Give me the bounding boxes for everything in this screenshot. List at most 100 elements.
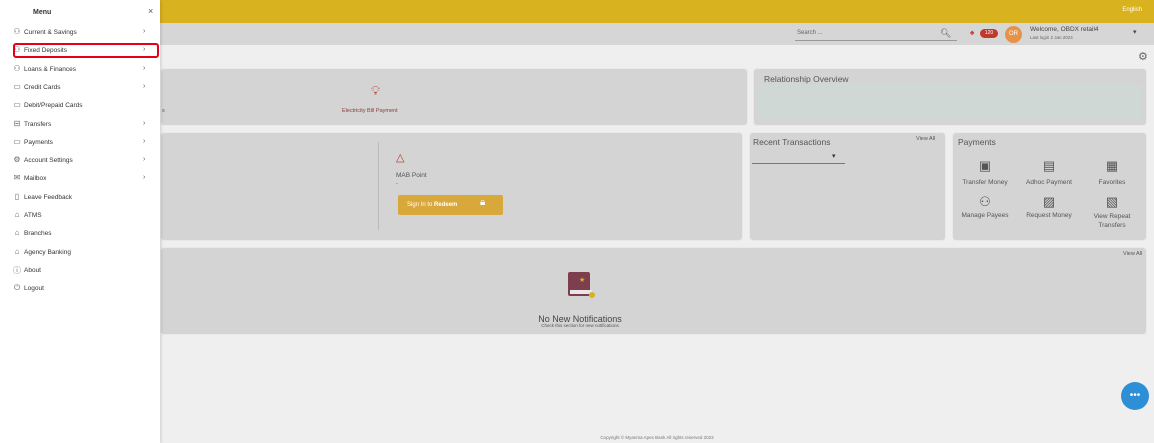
sidebar-item-label: Transfers — [24, 120, 52, 128]
payments-title: Payments — [958, 137, 996, 147]
recent-view-all-link[interactable]: View All — [916, 136, 935, 142]
sidebar-item-label: Credit Cards — [24, 83, 61, 91]
sidebar-item-label: Logout — [24, 285, 44, 293]
redeem-bold: Redeem — [434, 202, 458, 208]
svg-text:★: ★ — [579, 276, 585, 284]
transfer-icon: ⊟ — [13, 118, 21, 128]
no-notifications-subtitle: Check this section for new notifications — [541, 323, 619, 328]
chevron-right-icon[interactable]: › — [143, 138, 145, 145]
sidebar-item[interactable]: ⌂ Branches — [0, 227, 160, 245]
power-icon: ⏻ — [13, 283, 21, 293]
chevron-right-icon[interactable]: › — [143, 65, 145, 72]
people-icon: ⚇ — [13, 63, 21, 73]
redeem-button[interactable]: Sign In to Redeem — [398, 195, 503, 215]
avatar[interactable]: OR — [1005, 26, 1022, 43]
sidebar-item[interactable]: ✉ Mailbox › — [0, 172, 160, 190]
sidebar-item[interactable]: ⏻ Logout — [0, 282, 160, 300]
mab-label: MAB Point — [396, 172, 427, 179]
mab-icon: △ — [396, 152, 405, 164]
sidebar-item[interactable]: ⌂ Agency Banking — [0, 246, 160, 264]
gear-icon[interactable]: ⚙ — [1138, 50, 1148, 63]
chevron-down-icon[interactable]: ▾ — [1133, 28, 1137, 36]
chevron-right-icon[interactable]: › — [143, 120, 145, 127]
info-icon: ⓘ — [13, 265, 21, 275]
sidebar-item[interactable]: ▭ Payments › — [0, 136, 160, 154]
envelope-icon: ★ — [566, 270, 596, 300]
sidebar-item-label: Debit/Prepaid Cards — [24, 102, 83, 110]
bank-icon: ⌂ — [14, 246, 20, 256]
card-icon: ▭ — [13, 81, 21, 91]
search-icon[interactable]: 🔍︎ — [940, 28, 951, 38]
payment-item-label[interactable]: Request Money — [1017, 212, 1081, 219]
top-bar — [0, 0, 1154, 23]
bell-icon[interactable]: ♠ — [970, 28, 974, 37]
relationship-chart-area — [758, 84, 1142, 120]
payment-item-label[interactable]: Manage Payees — [953, 212, 1017, 219]
recent-transactions-title: Recent Transactions — [753, 137, 831, 147]
last-login-text: Last login 2 Jan 2024 — [1030, 35, 1073, 40]
electricity-bill-icon[interactable]: 💡︎ — [371, 83, 380, 99]
sidebar-item-label: Leave Feedback — [24, 193, 73, 201]
chat-icon[interactable]: ••• — [1121, 382, 1149, 410]
payment-item-label[interactable]: View Repeat Transfers — [1086, 212, 1138, 230]
footer-copyright: Copyright © Myanma Apex Bank All rights … — [600, 435, 714, 440]
sidebar-item-label: Account Settings — [24, 157, 73, 165]
redeem-prefix: Sign In to — [407, 202, 433, 208]
gear-icon: ⚙ — [13, 155, 21, 165]
payment-item-label[interactable]: Favorites — [1080, 179, 1144, 186]
quick-link-partial-label[interactable]: s — [162, 108, 165, 114]
sidebar-item-label: Loans & Finances — [24, 65, 77, 73]
sidebar-item[interactable]: ▭ Debit/Prepaid Cards — [0, 99, 160, 117]
transfer-icon[interactable]: ▣ — [975, 158, 995, 174]
sidebar-item-label: Mailbox — [24, 175, 47, 183]
quick-links-card — [160, 68, 748, 126]
payees-icon[interactable]: ⚇ — [975, 194, 995, 210]
notification-badge[interactable]: 120 — [980, 29, 998, 38]
chevron-right-icon[interactable]: › — [143, 28, 145, 35]
sidebar-item[interactable]: ⊟ Transfers › — [0, 118, 160, 136]
favorites-icon[interactable]: ▦ — [1102, 158, 1122, 174]
chat-icon: ▯ — [14, 191, 20, 201]
electricity-bill-link[interactable]: Electricity Bill Payment — [342, 108, 398, 114]
bank-icon: ⌂ — [14, 210, 20, 219]
payment-item-label[interactable]: Transfer Money — [953, 179, 1017, 186]
recent-transactions-card — [749, 132, 946, 241]
menu-title: Menu — [33, 9, 52, 16]
lock-icon: 🔒︎ — [480, 197, 486, 208]
chevron-right-icon[interactable]: › — [143, 156, 145, 163]
sidebar-item-label: Agency Banking — [24, 248, 71, 256]
card-icon: ▭ — [13, 100, 21, 110]
sidebar-item-label: Current & Savings — [24, 29, 77, 36]
card-icon: ▭ — [13, 136, 21, 146]
request-icon[interactable]: ▨ — [1039, 194, 1059, 210]
chevron-right-icon[interactable]: › — [143, 83, 145, 90]
language-selector[interactable]: English — [1122, 7, 1142, 13]
chevron-right-icon[interactable]: › — [143, 174, 145, 181]
sidebar-item[interactable]: ⓘ About — [0, 264, 160, 282]
sidebar-item[interactable]: ⌂ ATMS — [0, 209, 160, 227]
sidebar-item[interactable]: ⚇ Loans & Finances › — [0, 63, 160, 81]
sidebar-item[interactable]: ▭ Credit Cards › — [0, 81, 160, 99]
chevron-down-icon[interactable]: ▾ — [832, 152, 836, 160]
sidebar-item-label: Payments — [24, 138, 53, 146]
payment-item-label[interactable]: Adhoc Payment — [1017, 179, 1081, 186]
sidebar-item[interactable]: ▯ Leave Feedback — [0, 191, 160, 209]
close-icon[interactable]: × — [148, 6, 153, 16]
sidebar-item[interactable]: ⚇ Current & Savings › — [0, 26, 160, 44]
relationship-title: Relationship Overview — [764, 74, 849, 84]
mab-value: - — [396, 181, 398, 187]
mab-card — [160, 132, 743, 241]
notifications-view-all-link[interactable]: View All — [1123, 251, 1142, 257]
people-icon: ⚇ — [13, 27, 21, 36]
divider — [378, 142, 379, 230]
sidebar-item-label: About — [24, 266, 41, 274]
repeat-icon[interactable]: ▧ — [1102, 194, 1122, 210]
adhoc-icon[interactable]: ▤ — [1039, 158, 1059, 174]
account-select[interactable] — [752, 163, 845, 164]
highlight-box — [13, 43, 159, 58]
welcome-text[interactable]: Welcome, OBDX retail4 — [1030, 26, 1099, 33]
sidebar-item[interactable]: ⚙ Account Settings › — [0, 154, 160, 172]
sidebar-item-label: ATMS — [24, 212, 42, 219]
mail-icon: ✉ — [13, 173, 21, 183]
search-input[interactable]: Search ... — [795, 27, 957, 41]
